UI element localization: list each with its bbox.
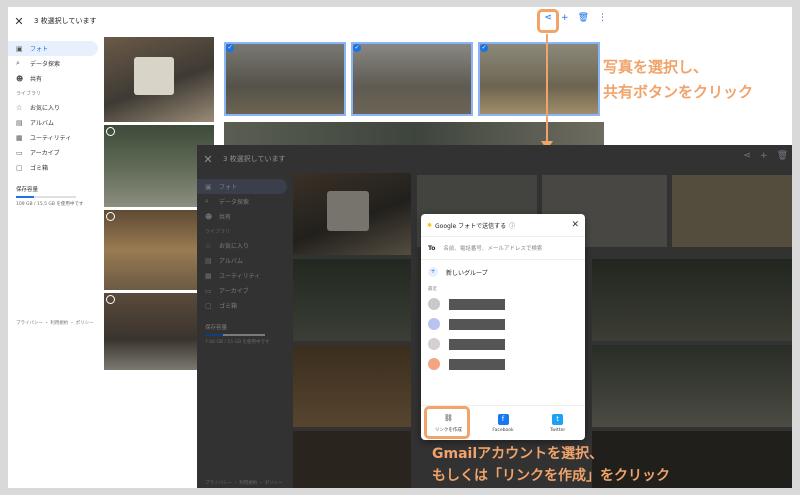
check-icon: ✓	[353, 44, 361, 52]
close-icon[interactable]: ✕	[571, 220, 579, 230]
footer-links[interactable]: プライバシー ・ 利用規約 ・ ポリシー	[16, 320, 94, 326]
new-group-button[interactable]: + 新しいグループ	[421, 260, 585, 284]
arrow-connector	[546, 34, 548, 144]
add-icon[interactable]: +	[561, 13, 569, 23]
sidebar-item-favorites[interactable]: ☆ お気に入り	[8, 100, 98, 115]
step1-caption: 写真を選択し、 共有ボタンをクリック	[603, 58, 754, 101]
redacted-name	[449, 358, 505, 370]
facebook-button[interactable]: f Facebook	[476, 406, 531, 440]
google-photos-logo-icon: ✱	[427, 221, 433, 229]
redacted-name	[449, 298, 505, 310]
avatar	[428, 318, 440, 330]
tutorial-frame: ✕ 3 枚選択しています ⋖ + 🗑 ⋮ ▣ フォト ⌕ データ探索 ☻ 共有 …	[8, 7, 792, 488]
sidebar-item-explore[interactable]: ⌕ データ探索	[8, 56, 98, 71]
photo-thumbnail[interactable]: ✓	[478, 42, 600, 116]
dialog-title: Google フォトで送信する	[435, 222, 507, 230]
redacted-name	[449, 338, 505, 350]
storage-bar	[16, 196, 76, 198]
selection-title: 3 枚選択しています	[34, 17, 97, 25]
photo-icon: ▣	[16, 44, 23, 53]
redacted-name	[449, 318, 505, 330]
share-dialog: ✱ Google フォトで送信する ⓘ ✕ To 名前、電話番号、メールアドレス…	[421, 214, 585, 440]
facebook-icon: f	[497, 413, 509, 425]
library-heading: ライブラリ	[16, 91, 42, 97]
album-icon: ▤	[16, 118, 23, 127]
photo-thumbnail[interactable]: ✓	[224, 42, 346, 116]
sidebar-item-trash[interactable]: ▢ ゴミ箱	[8, 160, 98, 175]
avatar	[428, 358, 440, 370]
storage-title: 保存容量	[16, 187, 39, 193]
front-screenshot: ✕ 3 枚選択しています ⋖ + 🗑 ▣ フォト ⌕ データ探索 ☻ 共有 ライ…	[197, 145, 792, 488]
group-add-icon: +	[428, 267, 438, 277]
dialog-header: ✱ Google フォトで送信する ⓘ ✕	[421, 214, 585, 236]
more-icon[interactable]: ⋮	[598, 13, 607, 23]
avatar	[428, 338, 440, 350]
storage-note: 109 GB / 15.5 GB を使用中です	[16, 202, 84, 207]
photo-thumbnail[interactable]: ✓	[351, 42, 473, 116]
close-icon[interactable]: ✕	[8, 15, 30, 28]
create-link-highlight	[424, 406, 470, 439]
to-label: To	[428, 244, 436, 252]
share-button-highlight	[537, 9, 559, 33]
trash-icon: ▢	[16, 163, 23, 172]
utility-icon: ▦	[16, 133, 23, 142]
contact-row[interactable]	[421, 314, 585, 334]
trash-icon[interactable]: 🗑	[578, 13, 589, 23]
sidebar-item-sharing[interactable]: ☻ 共有	[8, 71, 98, 86]
people-icon: ☻	[16, 74, 24, 83]
recipient-placeholder: 名前、電話番号、メールアドレスで検索	[443, 246, 543, 252]
contact-row[interactable]	[421, 294, 585, 314]
storage-widget[interactable]: 保存容量 109 GB / 15.5 GB を使用中です	[8, 175, 98, 208]
recent-heading: 最近	[428, 287, 437, 292]
sidebar-item-albums[interactable]: ▤ アルバム	[8, 115, 98, 130]
check-icon: ✓	[480, 44, 488, 52]
star-icon: ☆	[16, 103, 23, 112]
check-icon: ✓	[226, 44, 234, 52]
help-icon[interactable]: ⓘ	[509, 221, 515, 230]
sidebar-item-photos[interactable]: ▣ フォト	[8, 41, 98, 56]
recipient-field[interactable]: To 名前、電話番号、メールアドレスで検索	[421, 236, 585, 260]
step2-caption: Gmailアカウントを選択、 もしくは「リンクを作成」をクリック	[432, 446, 670, 484]
photo-thumbnail[interactable]	[104, 37, 214, 122]
search-icon: ⌕	[16, 59, 20, 67]
sidebar-item-utilities[interactable]: ▦ ユーティリティ	[8, 130, 98, 145]
contact-row[interactable]	[421, 334, 585, 354]
contact-row[interactable]	[421, 354, 585, 374]
avatar	[428, 298, 440, 310]
dialog-footer: ⛓ リンクを作成 f Facebook t Twitter	[421, 405, 585, 440]
twitter-button[interactable]: t Twitter	[530, 406, 585, 440]
selection-toolbar: ✕ 3 枚選択しています ⋖ + 🗑 ⋮	[8, 7, 611, 35]
sidebar-item-archive[interactable]: ▭ アーカイブ	[8, 145, 98, 160]
archive-icon: ▭	[16, 148, 23, 157]
twitter-icon: t	[552, 413, 564, 425]
